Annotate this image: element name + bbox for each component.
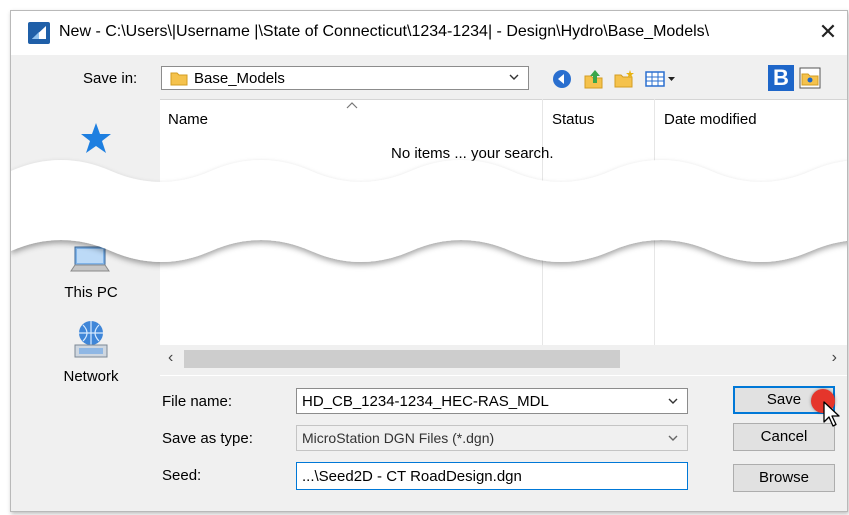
save-as-type-label: Save as type:: [162, 430, 253, 447]
mouse-cursor-icon: [823, 401, 840, 427]
save-as-type-dropdown[interactable]: MicroStation DGN Files (*.dgn): [296, 425, 688, 451]
browse-button[interactable]: Browse: [733, 464, 835, 492]
horizontal-scrollbar[interactable]: ‹ ›: [160, 345, 847, 375]
chevron-down-icon: [668, 435, 678, 441]
cancel-button[interactable]: Cancel: [733, 423, 835, 451]
scroll-left-icon[interactable]: ‹: [168, 349, 173, 367]
save-as-type-value: MicroStation DGN Files (*.dgn): [302, 430, 495, 446]
file-name-label: File name:: [162, 393, 233, 410]
file-name-input[interactable]: HD_CB_1234-1234_HEC-RAS_MDL: [296, 388, 688, 414]
scroll-right-icon[interactable]: ›: [832, 349, 837, 367]
save-dialog: New - C:\Users\|Username |\State of Conn…: [10, 10, 848, 512]
seed-label: Seed:: [162, 467, 202, 484]
scrollbar-thumb[interactable]: [184, 350, 620, 368]
chevron-down-icon[interactable]: [667, 395, 679, 407]
seed-input[interactable]: ...\Seed2D - CT RoadDesign.dgn: [296, 462, 688, 490]
file-name-value: HD_CB_1234-1234_HEC-RAS_MDL: [302, 393, 549, 410]
seed-value: ...\Seed2D - CT RoadDesign.dgn: [302, 468, 522, 485]
